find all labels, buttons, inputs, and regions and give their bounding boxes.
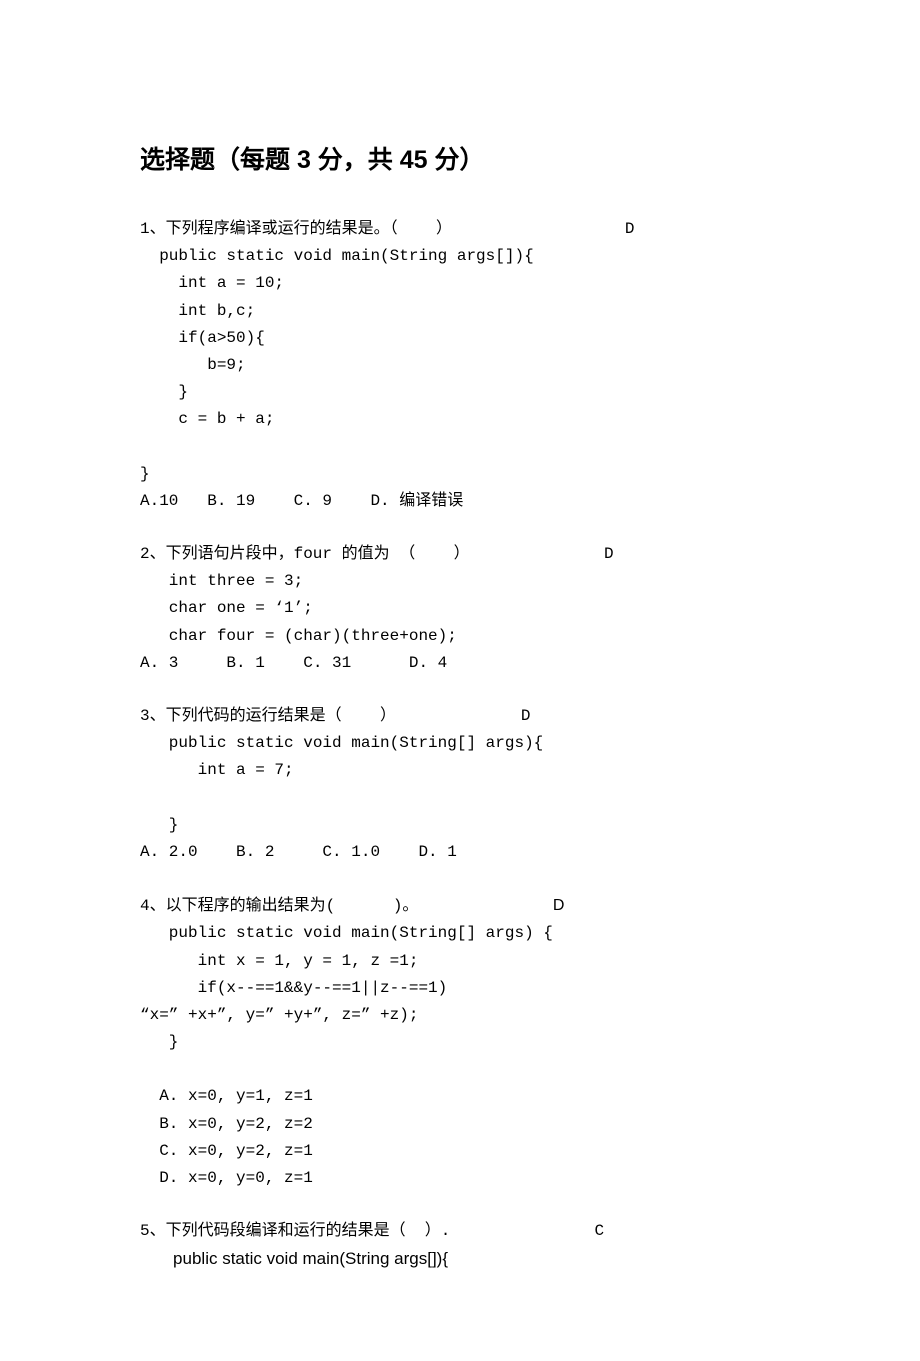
document-page: 选择题（每题 3 分，共 45 分） 1、下列程序编译或运行的结果是。（ ） D… <box>0 0 920 1361</box>
q2-answer: D <box>604 545 614 563</box>
q3-code-line: int a = 7; <box>140 761 294 779</box>
question-5: 5、下列代码段编译和运行的结果是（ ）. C public static voi… <box>140 1218 780 1274</box>
q1-stem: 1、下列程序编译或运行的结果是。（ ） <box>140 220 452 238</box>
q1-code-line: if(a>50){ <box>140 329 265 347</box>
question-3: 3、下列代码的运行结果是（ ） D public static void mai… <box>140 703 780 866</box>
q5-stem: 5、下列代码段编译和运行的结果是（ ）. <box>140 1222 450 1240</box>
q3-stem: 3、下列代码的运行结果是（ ） <box>140 707 396 725</box>
q1-options: A.10 B. 19 C. 9 D. 编译错误 <box>140 492 463 510</box>
q4-code-line: } <box>140 1033 178 1051</box>
q3-answer: D <box>521 707 531 725</box>
q4-answer: D <box>553 897 565 914</box>
q1-code-line: public static void main(String args[]){ <box>140 247 534 265</box>
q2-code-line: int three = 3; <box>140 572 303 590</box>
q1-code-line: c = b + a; <box>140 410 274 428</box>
q5-answer: C <box>594 1222 604 1240</box>
q4-option-c: C. x=0, y=2, z=1 <box>140 1142 313 1160</box>
q4-code-line: public static void main(String[] args) { <box>140 924 553 942</box>
q2-stem: 2、下列语句片段中，four 的值为 （ ） <box>140 545 470 563</box>
q1-code-line: int b,c; <box>140 302 255 320</box>
section-heading: 选择题（每题 3 分，共 45 分） <box>140 140 780 176</box>
q2-options: A. 3 B. 1 C. 31 D. 4 <box>140 654 447 672</box>
q4-stem: 4、以下程序的输出结果为( )。 <box>140 897 418 915</box>
q2-code-line: char one = ‘1’; <box>140 599 313 617</box>
q3-options: A. 2.0 B. 2 C. 1.0 D. 1 <box>140 843 457 861</box>
q1-code-line: int a = 10; <box>140 274 284 292</box>
q4-code-line: “x=” +x+”, y=” +y+”, z=” +z); <box>140 1006 418 1024</box>
q1-answer: D <box>625 220 635 238</box>
q4-option-b: B. x=0, y=2, z=2 <box>140 1115 313 1133</box>
q5-code-line: public static void main(String args[]){ <box>140 1249 448 1268</box>
q2-code-line: char four = (char)(three+one); <box>140 627 457 645</box>
q3-code-line: } <box>140 816 178 834</box>
q1-code-line: } <box>140 465 150 483</box>
q4-code-line: int x = 1, y = 1, z =1; <box>140 952 418 970</box>
question-4: 4、以下程序的输出结果为( )。 D public static void ma… <box>140 892 780 1192</box>
question-1: 1、下列程序编译或运行的结果是。（ ） D public static void… <box>140 216 780 515</box>
question-2: 2、下列语句片段中，four 的值为 （ ） D int three = 3; … <box>140 541 780 677</box>
q4-option-a: A. x=0, y=1, z=1 <box>140 1087 313 1105</box>
q4-option-d: D. x=0, y=0, z=1 <box>140 1169 313 1187</box>
q3-code-line: public static void main(String[] args){ <box>140 734 543 752</box>
q1-code-line: } <box>140 383 188 401</box>
q1-code-line: b=9; <box>140 356 246 374</box>
q4-code-line: if(x--==1&&y--==1||z--==1) <box>140 979 447 997</box>
